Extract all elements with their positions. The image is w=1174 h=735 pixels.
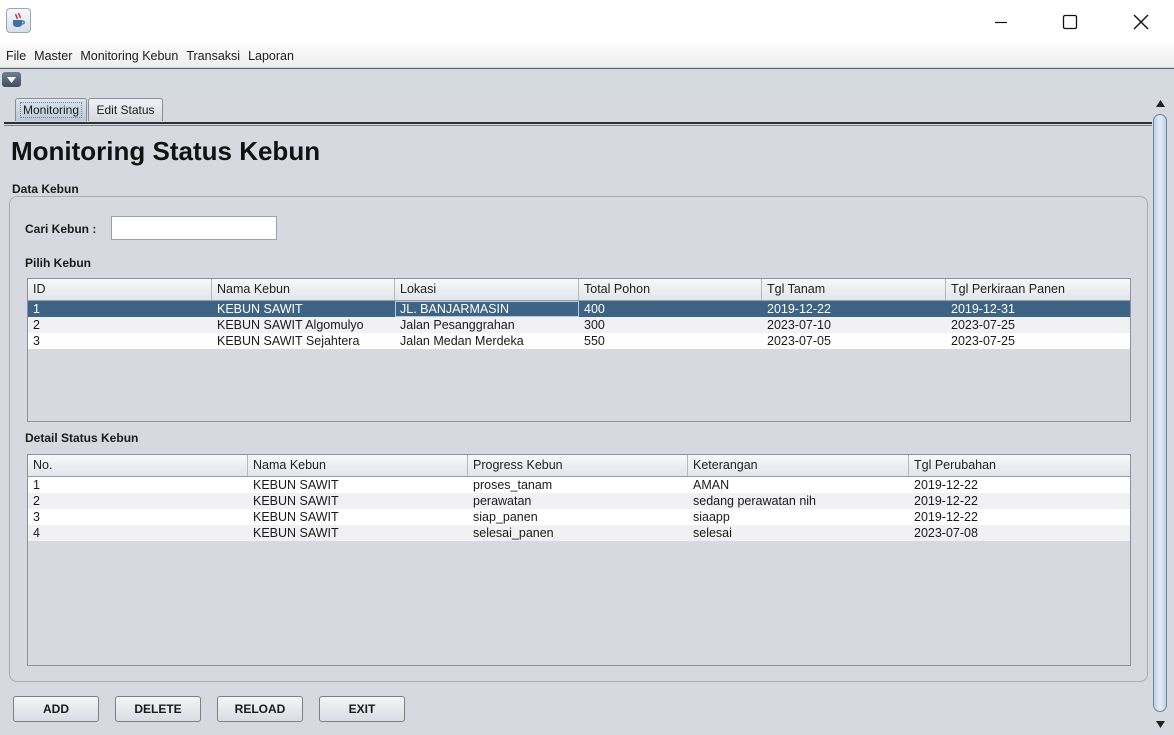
table-cell: KEBUN SAWIT	[253, 494, 339, 508]
minimize-button[interactable]	[978, 0, 1024, 44]
table-cell: 4	[33, 526, 40, 540]
detail-status-table[interactable]: No. Nama Kebun Progress Kebun Keterangan…	[27, 454, 1131, 666]
table-cell: 2023-07-25	[951, 318, 1015, 332]
add-button[interactable]: ADD	[13, 696, 99, 722]
detail-status-label: Detail Status Kebun	[25, 431, 139, 445]
table-row[interactable]: 1 KEBUN SAWIT JL. BANJARMASIN 400 2019-1…	[28, 301, 1130, 317]
menu-laporan[interactable]: Laporan	[248, 49, 294, 63]
detail-table-header: No. Nama Kebun Progress Kebun Keterangan…	[28, 455, 1130, 477]
table-cell: 2019-12-31	[951, 302, 1015, 316]
table-cell: perawatan	[473, 494, 532, 508]
table-cell: 2	[33, 318, 40, 332]
table-cell: 1	[33, 478, 40, 492]
menu-bar: File Master Monitoring Kebun Transaksi L…	[0, 44, 1174, 68]
table-cell: KEBUN SAWIT	[217, 302, 303, 316]
table-cell: 550	[584, 334, 605, 348]
table-cell: AMAN	[693, 478, 730, 492]
kebun-table-header: ID Nama Kebun Lokasi Total Pohon Tgl Tan…	[28, 279, 1130, 301]
scroll-down-icon[interactable]	[1154, 718, 1166, 730]
table-cell: siaapp	[693, 510, 730, 524]
maximize-icon	[1062, 14, 1078, 30]
scrollbar-thumb[interactable]	[1153, 114, 1167, 712]
tab-divider-shadow	[4, 125, 1152, 126]
table-cell: siap_panen	[473, 510, 538, 524]
tab-edit-status[interactable]: Edit Status	[88, 98, 163, 121]
search-kebun-input[interactable]	[111, 216, 277, 240]
table-cell: 2023-07-08	[914, 526, 978, 540]
table-cell: 2019-12-22	[914, 494, 978, 508]
table-cell: 1	[33, 302, 40, 316]
table-cell: 300	[584, 318, 605, 332]
table-cell: KEBUN SAWIT	[253, 510, 339, 524]
table-cell: 2023-07-25	[951, 334, 1015, 348]
delete-button[interactable]: DELETE	[115, 696, 201, 722]
table-row[interactable]: 1 KEBUN SAWIT proses_tanam AMAN 2019-12-…	[28, 477, 1130, 493]
data-kebun-panel: Cari Kebun : Pilih Kebun ID Nama Kebun L…	[9, 196, 1148, 682]
table-cell: 400	[584, 302, 605, 316]
menu-transaksi[interactable]: Transaksi	[186, 49, 240, 63]
java-cup-icon[interactable]	[6, 8, 31, 33]
table-row[interactable]: 3 KEBUN SAWIT Sejahtera Jalan Medan Merd…	[28, 333, 1130, 349]
table-cell: 3	[33, 334, 40, 348]
col-tgl-tanam[interactable]: Tgl Tanam	[762, 279, 946, 300]
table-cell: Jalan Medan Merdeka	[400, 334, 524, 348]
close-button[interactable]	[1118, 0, 1164, 44]
scroll-up-icon[interactable]	[1154, 97, 1166, 109]
vertical-scrollbar[interactable]	[1152, 95, 1168, 733]
table-row[interactable]: 3 KEBUN SAWIT siap_panen siaapp 2019-12-…	[28, 509, 1130, 525]
maximize-button[interactable]	[1047, 0, 1093, 44]
reload-button[interactable]: RELOAD	[217, 696, 303, 722]
table-cell: 2	[33, 494, 40, 508]
col-keterangan[interactable]: Keterangan	[688, 455, 909, 476]
pilih-kebun-label: Pilih Kebun	[25, 256, 91, 270]
menu-master[interactable]: Master	[34, 49, 72, 63]
table-cell: KEBUN SAWIT Sejahtera	[217, 334, 360, 348]
kebun-table[interactable]: ID Nama Kebun Lokasi Total Pohon Tgl Tan…	[27, 278, 1131, 422]
col-progress-kebun[interactable]: Progress Kebun	[468, 455, 688, 476]
table-cell: 3	[33, 510, 40, 524]
table-cell: sedang perawatan nih	[693, 494, 817, 508]
table-row[interactable]: 2 KEBUN SAWIT Algomulyo Jalan Pesanggrah…	[28, 317, 1130, 333]
dropdown-toggle-button[interactable]	[2, 72, 21, 87]
col-tgl-perkiraan-panen[interactable]: Tgl Perkiraan Panen	[946, 279, 1130, 300]
toolstrip	[0, 68, 1174, 92]
tab-monitoring[interactable]: Monitoring	[15, 98, 87, 121]
table-cell: Jalan Pesanggrahan	[400, 318, 515, 332]
table-cell: KEBUN SAWIT	[253, 478, 339, 492]
tab-edit-status-label: Edit Status	[96, 103, 155, 117]
col-nama-kebun[interactable]: Nama Kebun	[248, 455, 468, 476]
table-cell: 2023-07-05	[767, 334, 831, 348]
table-cell: 2023-07-10	[767, 318, 831, 332]
title-bar	[0, 0, 1174, 44]
col-id[interactable]: ID	[28, 279, 212, 300]
table-cell: 2019-12-22	[914, 478, 978, 492]
col-nama-kebun[interactable]: Nama Kebun	[212, 279, 395, 300]
search-label: Cari Kebun :	[25, 222, 97, 236]
table-cell: JL. BANJARMASIN	[395, 301, 579, 317]
col-tgl-perubahan[interactable]: Tgl Perubahan	[909, 455, 1130, 476]
page-title: Monitoring Status Kebun	[11, 136, 321, 166]
col-lokasi[interactable]: Lokasi	[395, 279, 579, 300]
main-content: Monitoring Edit Status Monitoring Status…	[0, 92, 1174, 735]
col-total-pohon[interactable]: Total Pohon	[579, 279, 762, 300]
table-cell: 2019-12-22	[767, 302, 831, 316]
table-cell: 2019-12-22	[914, 510, 978, 524]
section-data-kebun: Data Kebun	[12, 182, 79, 196]
table-row[interactable]: 4 KEBUN SAWIT selesai_panen selesai 2023…	[28, 525, 1130, 541]
table-cell: KEBUN SAWIT	[253, 526, 339, 540]
table-cell: proses_tanam	[473, 478, 553, 492]
table-cell: KEBUN SAWIT Algomulyo	[217, 318, 364, 332]
chevron-down-icon	[7, 76, 16, 83]
close-icon	[1133, 14, 1149, 30]
table-cell: selesai	[693, 526, 732, 540]
tab-divider	[4, 122, 1152, 124]
table-cell: selesai_panen	[473, 526, 554, 540]
table-row[interactable]: 2 KEBUN SAWIT perawatan sedang perawatan…	[28, 493, 1130, 509]
minimize-icon	[995, 21, 1007, 24]
menu-file[interactable]: File	[6, 49, 26, 63]
tab-monitoring-label: Monitoring	[19, 102, 83, 118]
col-no[interactable]: No.	[28, 455, 248, 476]
exit-button[interactable]: EXIT	[319, 696, 405, 722]
menu-monitoring-kebun[interactable]: Monitoring Kebun	[80, 49, 178, 63]
